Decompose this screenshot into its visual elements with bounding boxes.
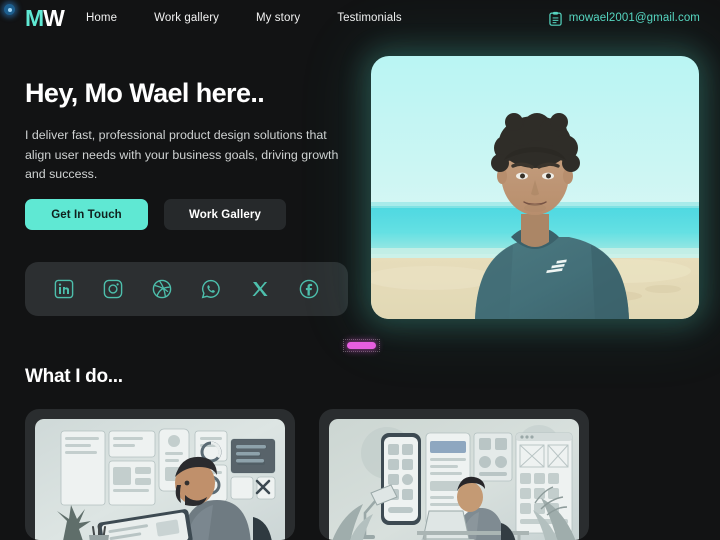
work-gallery-button[interactable]: Work Gallery xyxy=(164,199,286,230)
service-card-1[interactable] xyxy=(25,409,295,540)
hero-cta-row: Get In Touch Work Gallery xyxy=(25,199,286,230)
brand-logo[interactable]: MW xyxy=(25,3,65,33)
logo-letter-m: M xyxy=(25,5,44,31)
hero-subtitle: I deliver fast, professional product des… xyxy=(25,128,339,181)
social-links-bar xyxy=(25,262,348,316)
service-card-2[interactable] xyxy=(319,409,589,540)
social-link-x[interactable] xyxy=(248,277,272,301)
logo-letter-w: W xyxy=(43,5,65,31)
social-link-dribbble[interactable] xyxy=(150,277,174,301)
hero-photo-illustration xyxy=(371,56,699,319)
facebook-icon xyxy=(300,279,319,299)
linkedin-icon xyxy=(54,279,73,299)
service-card-1-illustration xyxy=(35,419,285,540)
service-card-2-illustration xyxy=(329,419,579,540)
what-i-do-title: What I do... xyxy=(25,366,123,387)
hero-title: Hey, Mo Wael here.. xyxy=(25,78,265,108)
nav-item-my-story[interactable]: My story xyxy=(256,12,300,24)
get-in-touch-button[interactable]: Get In Touch xyxy=(25,199,148,230)
clipboard-icon xyxy=(549,11,562,26)
email-copy-chip[interactable]: mowael2001@gmail.com xyxy=(549,0,700,36)
hero-photo xyxy=(371,56,699,319)
social-link-whatsapp[interactable] xyxy=(199,277,223,301)
social-link-facebook[interactable] xyxy=(297,277,321,301)
dribbble-icon xyxy=(152,279,172,299)
what-i-do-cards xyxy=(25,409,589,540)
whatsapp-icon xyxy=(201,279,220,299)
social-link-instagram[interactable] xyxy=(101,277,125,301)
scroll-pill[interactable] xyxy=(347,342,376,349)
x-icon xyxy=(252,282,268,296)
instagram-icon xyxy=(103,279,123,299)
email-address-text: mowael2001@gmail.com xyxy=(568,12,700,24)
nav-links: Home Work gallery My story Testimonials xyxy=(86,0,402,36)
nav-item-testimonials[interactable]: Testimonials xyxy=(337,12,401,24)
portfolio-page: MW Home Work gallery My story Testimonia… xyxy=(0,0,720,540)
nav-item-home[interactable]: Home xyxy=(86,12,117,24)
top-navigation-bar: MW Home Work gallery My story Testimonia… xyxy=(0,0,720,36)
nav-item-work-gallery[interactable]: Work gallery xyxy=(154,12,219,24)
social-link-linkedin[interactable] xyxy=(52,277,76,301)
